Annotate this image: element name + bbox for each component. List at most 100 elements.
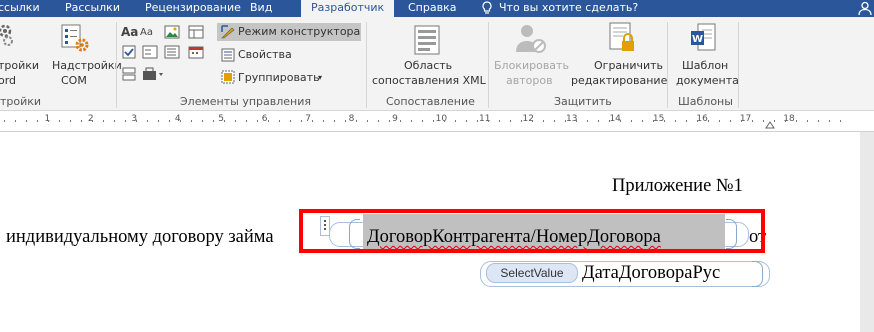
document-template-label-2[interactable]: документа [676, 74, 739, 88]
ribbon: тройки ord Надстройки COM тройки Aa Aa Р… [0, 17, 874, 111]
user-icon[interactable] [858, 1, 872, 15]
tab-review[interactable]: Рецензирование [145, 0, 241, 17]
legacy-tools-icon[interactable] [142, 67, 164, 81]
ruler-tick [180, 120, 181, 122]
ruler-tick [4, 120, 5, 122]
ruler-tick [103, 120, 104, 122]
ruler-tick [235, 120, 236, 122]
tab-view[interactable]: Вид [250, 0, 272, 17]
ruler-tick [477, 120, 478, 122]
document-page[interactable]: Приложение №1 индивидуальному договору з… [0, 132, 860, 332]
properties-button[interactable]: Свойства [238, 48, 292, 62]
ruler-number: 1 [44, 114, 51, 124]
xml-mapping-label-2[interactable]: сопоставления XML [372, 74, 486, 88]
com-addins-label-1[interactable]: Надстройки [52, 59, 122, 73]
ruler-number: 15 [652, 114, 665, 124]
repeating-section-icon[interactable] [122, 67, 136, 81]
ruler-tick [114, 120, 115, 122]
ruler-tick [741, 120, 742, 122]
ruler-tick [411, 120, 412, 122]
content-control-tag[interactable]: SelectValue [486, 263, 578, 283]
ruler-tick [81, 120, 82, 122]
combo-box-control-icon[interactable] [142, 45, 158, 59]
ruler-number: 9 [392, 114, 398, 124]
contract-date-field[interactable]: ДатаДоговораРус [582, 263, 720, 284]
document-template-label-1[interactable]: Шаблон [682, 59, 728, 73]
restrict-editing-label-1[interactable]: Ограничить [594, 59, 663, 73]
right-indent-marker-icon[interactable] [765, 119, 775, 129]
group-separator [116, 22, 117, 108]
paragraph-text: индивидуальному договору займа [6, 227, 274, 247]
ruler-tick [510, 120, 511, 122]
ruler-tick [730, 120, 731, 122]
building-block-control-icon[interactable] [188, 25, 204, 39]
restrict-editing-label-2[interactable]: редактирование [571, 74, 667, 88]
restrict-editing-icon[interactable] [608, 22, 638, 54]
ruler-tick [488, 120, 489, 122]
ruler-tick [796, 120, 797, 122]
design-mode-icon[interactable] [221, 25, 235, 39]
plain-text-control-icon[interactable]: Aa [140, 27, 153, 38]
ruler-number: 17 [739, 114, 752, 124]
block-authors-icon[interactable] [514, 22, 548, 54]
word-addins-label-1[interactable]: тройки [0, 59, 39, 73]
ruler-tick [59, 120, 60, 122]
com-addins-label-2[interactable]: COM [61, 74, 87, 88]
xml-mapping-pane-icon[interactable] [414, 25, 440, 55]
ruler-tick [598, 120, 599, 122]
ruler-tick [312, 120, 313, 122]
horizontal-ruler[interactable]: 1 2 3 4 5 6 7 8 9 10 11 12 13 14 15 16 17 18 [0, 111, 874, 132]
tab-developer[interactable]: Разработчик [301, 0, 395, 17]
rich-text-control-icon[interactable]: Aa [121, 25, 138, 39]
com-addins-icon[interactable] [58, 23, 92, 53]
properties-icon[interactable] [221, 48, 235, 62]
ruler-number: 3 [131, 114, 138, 124]
ruler-tick [675, 120, 676, 122]
tab-help[interactable]: Справка [408, 0, 456, 17]
dropdown-list-control-icon[interactable] [164, 45, 180, 59]
ruler-tick [785, 120, 786, 122]
group-dropdown-arrow-icon[interactable]: ▾ [318, 71, 322, 85]
ruler-tick [26, 120, 27, 122]
ruler-tick [92, 120, 93, 122]
ruler-tick [532, 120, 533, 122]
group-separator [738, 22, 739, 108]
ruler-tick [125, 120, 126, 122]
design-mode-button[interactable]: Режим конструктора [238, 25, 360, 39]
ruler-number: 18 [783, 114, 795, 124]
block-authors-label-2[interactable]: авторов [506, 74, 553, 88]
tab-references[interactable]: ссылки [0, 0, 40, 17]
ruler-tick [48, 120, 49, 122]
ruler-tick [202, 120, 203, 122]
ruler-tick [620, 120, 621, 122]
ruler-tick [664, 120, 665, 122]
ruler-number: 2 [87, 114, 94, 124]
date-picker-control-icon[interactable] [188, 45, 204, 59]
ruler-number: 10 [435, 114, 448, 124]
ruler-tick [422, 120, 423, 122]
ruler-number: 6 [261, 114, 268, 124]
tell-me-search[interactable]: Что вы хотите сделать? [499, 0, 638, 17]
svg-text:W: W [692, 34, 703, 45]
ruler-tick [345, 120, 346, 122]
document-template-icon[interactable]: W [690, 23, 716, 53]
tab-mailings[interactable]: Рассылки [65, 0, 120, 17]
word-addins-gear-icon[interactable] [0, 23, 18, 49]
group-icon[interactable] [221, 70, 235, 84]
block-authors-label-1[interactable]: Блокировать [494, 59, 569, 73]
ruler-tick [631, 120, 632, 122]
lightbulb-icon [482, 1, 492, 14]
xml-mapping-label-1[interactable]: Область [404, 59, 452, 73]
group-button[interactable]: Группировать [238, 71, 320, 85]
vertical-scrollbar[interactable] [860, 132, 874, 332]
ruler-tick [400, 120, 401, 122]
ruler-tick [829, 120, 830, 122]
ruler-tick [279, 120, 280, 122]
picture-control-icon[interactable] [164, 25, 180, 39]
ruler-tick [224, 120, 225, 122]
word-addins-label-2[interactable]: ord [0, 74, 16, 88]
addins-group-label: тройки [0, 95, 42, 108]
ruler-tick [191, 120, 192, 122]
checkbox-control-icon[interactable] [122, 45, 136, 59]
ruler-tick [466, 120, 467, 122]
